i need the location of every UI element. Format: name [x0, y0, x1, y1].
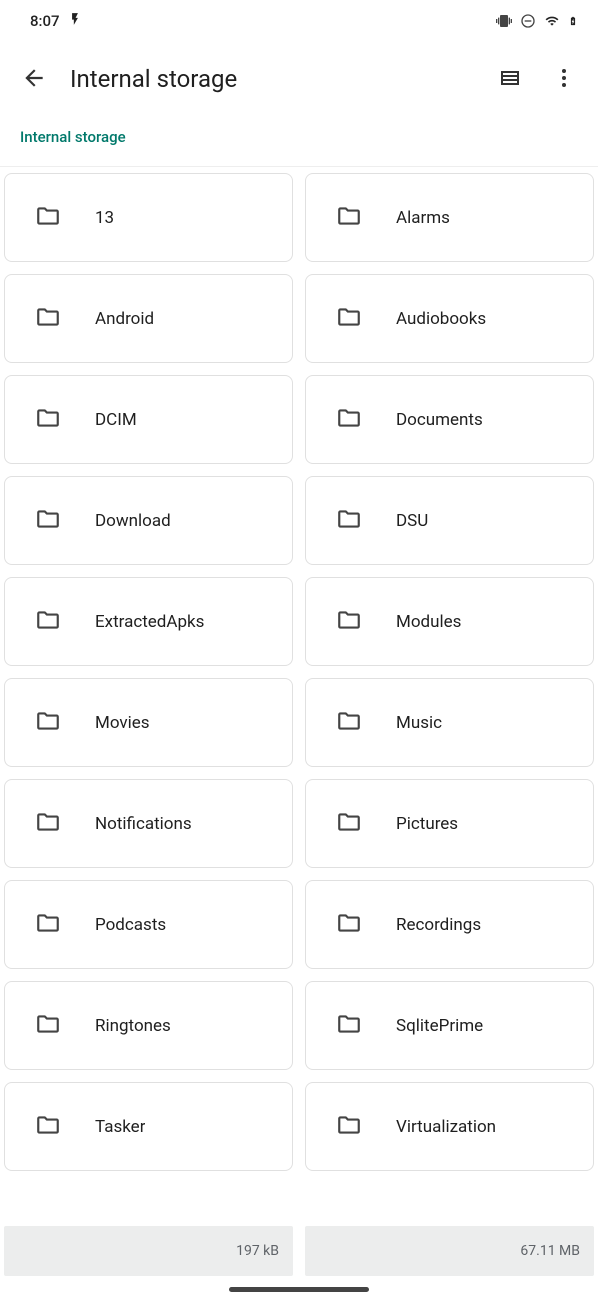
- folder-icon: [35, 304, 61, 334]
- folder-label: Virtualization: [396, 1117, 496, 1137]
- folder-label: DCIM: [95, 410, 137, 430]
- folder-item[interactable]: Ringtones: [4, 981, 293, 1070]
- folder-label: 13: [95, 208, 114, 228]
- folder-label: Download: [95, 511, 171, 531]
- folder-icon: [336, 405, 362, 435]
- folder-label: Notifications: [95, 814, 192, 834]
- folder-item[interactable]: Android: [4, 274, 293, 363]
- folder-icon: [35, 203, 61, 233]
- folder-item[interactable]: Download: [4, 476, 293, 565]
- list-view-icon: [498, 66, 522, 93]
- folder-item[interactable]: Pictures: [305, 779, 594, 868]
- folder-icon: [35, 1112, 61, 1142]
- folder-label: Audiobooks: [396, 309, 486, 329]
- folder-label: Modules: [396, 612, 461, 632]
- breadcrumb[interactable]: Internal storage: [0, 116, 598, 167]
- size-right: 67.11 MB: [305, 1226, 594, 1276]
- folder-icon: [336, 203, 362, 233]
- folder-item[interactable]: ExtractedApks: [4, 577, 293, 666]
- bolt-icon: [68, 11, 82, 31]
- folder-item[interactable]: DSU: [305, 476, 594, 565]
- folder-icon: [336, 708, 362, 738]
- folder-icon: [336, 910, 362, 940]
- back-button[interactable]: [10, 55, 58, 103]
- folder-item[interactable]: Movies: [4, 678, 293, 767]
- folder-item[interactable]: Virtualization: [305, 1082, 594, 1171]
- folder-icon: [35, 910, 61, 940]
- folder-item[interactable]: Music: [305, 678, 594, 767]
- folder-item[interactable]: Documents: [305, 375, 594, 464]
- bottom-stats: 197 kB 67.11 MB: [0, 1226, 598, 1276]
- folder-label: Pictures: [396, 814, 458, 834]
- more-vert-icon: [552, 66, 576, 93]
- folder-label: Music: [396, 713, 442, 733]
- folder-icon: [35, 708, 61, 738]
- folder-item[interactable]: Alarms: [305, 173, 594, 262]
- view-toggle-button[interactable]: [486, 55, 534, 103]
- status-bar: 8:07: [0, 0, 598, 42]
- folder-item[interactable]: Tasker: [4, 1082, 293, 1171]
- folder-icon: [336, 304, 362, 334]
- folder-label: Podcasts: [95, 915, 166, 935]
- folder-grid: 13 Alarms Android Audiobooks DCIM Documents Do…: [0, 167, 598, 1171]
- folder-icon: [35, 1011, 61, 1041]
- folder-item[interactable]: Audiobooks: [305, 274, 594, 363]
- folder-icon: [35, 405, 61, 435]
- folder-label: SqlitePrime: [396, 1016, 483, 1036]
- folder-label: Alarms: [396, 208, 450, 228]
- folder-icon: [336, 1112, 362, 1142]
- folder-icon: [336, 506, 362, 536]
- arrow-back-icon: [21, 65, 47, 94]
- page-title: Internal storage: [64, 65, 480, 93]
- folder-item[interactable]: Notifications: [4, 779, 293, 868]
- folder-label: Tasker: [95, 1117, 145, 1137]
- folder-item[interactable]: Podcasts: [4, 880, 293, 969]
- folder-label: Documents: [396, 410, 483, 430]
- size-left: 197 kB: [4, 1226, 293, 1276]
- folder-item[interactable]: Modules: [305, 577, 594, 666]
- folder-label: DSU: [396, 511, 428, 531]
- folder-label: Ringtones: [95, 1016, 171, 1036]
- more-options-button[interactable]: [540, 55, 588, 103]
- vibrate-icon: [495, 13, 513, 29]
- folder-icon: [336, 809, 362, 839]
- folder-label: ExtractedApks: [95, 612, 204, 632]
- nav-handle[interactable]: [229, 1287, 369, 1292]
- status-time: 8:07: [30, 12, 60, 30]
- folder-item[interactable]: Recordings: [305, 880, 594, 969]
- app-bar: Internal storage: [0, 42, 598, 116]
- folder-icon: [35, 607, 61, 637]
- folder-item[interactable]: 13: [4, 173, 293, 262]
- wifi-icon: [543, 14, 561, 28]
- folder-item[interactable]: DCIM: [4, 375, 293, 464]
- folder-label: Recordings: [396, 915, 481, 935]
- folder-icon: [35, 809, 61, 839]
- battery-icon: [568, 12, 578, 30]
- dnd-icon: [520, 13, 536, 29]
- folder-icon: [336, 1011, 362, 1041]
- folder-label: Android: [95, 309, 154, 329]
- folder-icon: [336, 607, 362, 637]
- folder-label: Movies: [95, 713, 150, 733]
- folder-icon: [35, 506, 61, 536]
- folder-item[interactable]: SqlitePrime: [305, 981, 594, 1070]
